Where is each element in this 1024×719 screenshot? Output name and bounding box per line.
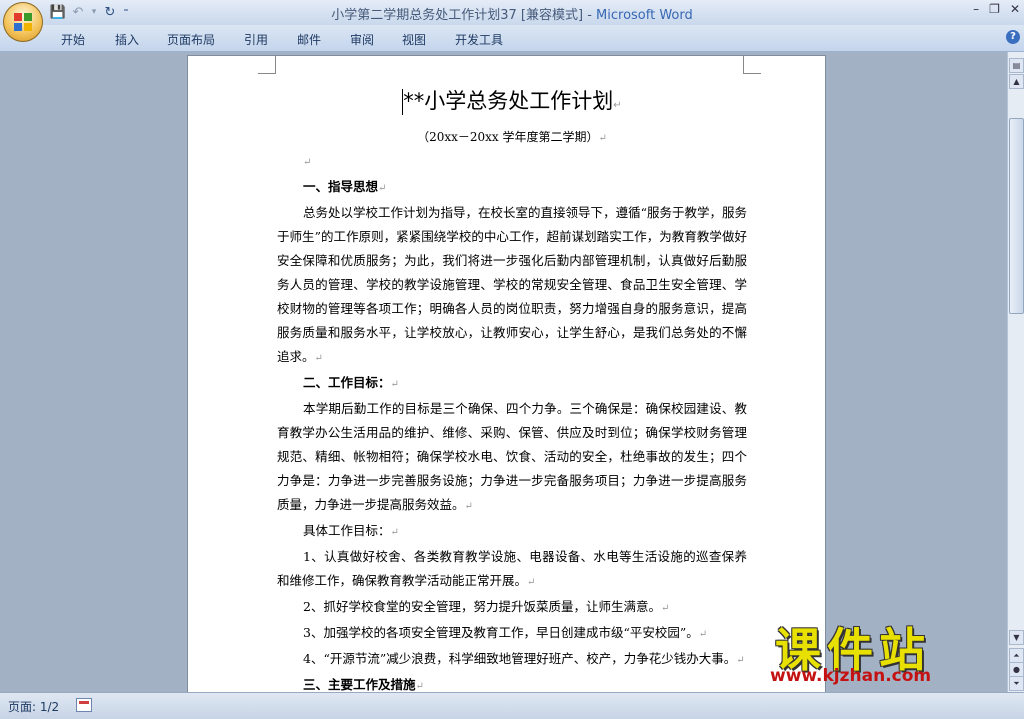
window-controls: – ❐ ✕ (973, 2, 1020, 16)
document-title: **小学总务处工作计划↵ (402, 89, 622, 115)
minimize-button[interactable]: – (973, 2, 979, 16)
paragraph: 3、加强学校的各项安全管理及教育工作，早日创建成市级“平安校园”。↵ (303, 625, 708, 640)
proofing-icon[interactable] (76, 698, 92, 712)
office-logo-icon (14, 13, 32, 31)
page-count[interactable]: 页面: 1/2 (8, 698, 59, 715)
tab-home[interactable]: 开始 (61, 31, 85, 48)
next-page-button[interactable]: ⏷ (1009, 676, 1024, 691)
empty-paragraph: ↵ (303, 157, 312, 168)
crop-mark-top-left (258, 56, 276, 74)
section-heading: 二、工作目标：↵ (303, 375, 399, 390)
tab-review[interactable]: 审阅 (350, 31, 374, 48)
document-body[interactable]: **小学总务处工作计划↵ （20xx－20xx 学年度第二学期）↵ ↵ 一、指导… (277, 84, 747, 692)
document-workspace: **小学总务处工作计划↵ （20xx－20xx 学年度第二学期）↵ ↵ 一、指导… (0, 52, 1007, 692)
office-button[interactable] (3, 2, 43, 42)
document-name: 小学第二学期总务处工作计划37 [兼容模式] - (331, 8, 597, 23)
paragraph-list: 一、指导思想↵ 总务处以学校工作计划为指导，在校长室的直接领导下，遵循“服务于教学… (277, 175, 747, 692)
restore-button[interactable]: ❐ (989, 2, 1000, 16)
paragraph: 总务处以学校工作计划为指导，在校长室的直接领导下，遵循“服务于教学，服务于师生”… (277, 205, 747, 364)
document-subtitle: （20xx－20xx 学年度第二学期）↵ (417, 130, 607, 144)
window-title: 小学第二学期总务处工作计划37 [兼容模式] - Microsoft Word (0, 4, 1024, 23)
scroll-up-button[interactable]: ▲ (1009, 74, 1024, 89)
app-name: Microsoft Word (596, 8, 693, 23)
ruler-toggle-icon[interactable]: ▤ (1009, 58, 1024, 73)
scroll-thumb[interactable] (1009, 118, 1024, 314)
section-heading: 一、指导思想↵ (303, 179, 387, 194)
scroll-down-button[interactable]: ▼ (1009, 630, 1024, 645)
tab-references[interactable]: 引用 (244, 31, 268, 48)
ribbon-tabs: 开始 插入 页面布局 引用 邮件 审阅 视图 开发工具 ? (0, 25, 1024, 52)
vertical-scrollbar[interactable]: ▤ ▲ ▼ ⏶ ● ⏷ (1007, 52, 1024, 692)
tab-page-layout[interactable]: 页面布局 (167, 31, 215, 48)
select-browse-object-button[interactable]: ● (1009, 662, 1024, 677)
crop-mark-top-right (743, 56, 761, 74)
tab-developer[interactable]: 开发工具 (455, 31, 503, 48)
watermark-url: www.kjzhan.com (770, 666, 932, 686)
document-page[interactable]: **小学总务处工作计划↵ （20xx－20xx 学年度第二学期）↵ ↵ 一、指导… (188, 56, 825, 692)
paragraph: 具体工作目标：↵ (303, 523, 399, 538)
tab-insert[interactable]: 插入 (115, 31, 139, 48)
previous-page-button[interactable]: ⏶ (1009, 648, 1024, 663)
tab-mailings[interactable]: 邮件 (297, 31, 321, 48)
paragraph: 2、抓好学校食堂的安全管理，努力提升饭菜质量，让师生满意。↵ (303, 599, 670, 614)
paragraph: 1、认真做好校舍、各类教育教学设施、电器设备、水电等生活设施的巡查保养和维修工作… (277, 549, 747, 588)
paragraph: 4、“开源节流”减少浪费，科学细致地管理好班产、校产，力争花少钱办大事。↵ (303, 651, 745, 666)
watermark: 课件站 www.kjzhan.com (770, 614, 1010, 694)
paragraph: 本学期后勤工作的目标是三个确保、四个力争。三个确保是：确保校园建设、教育教学办公… (277, 401, 747, 512)
status-bar: 页面: 1/2 (0, 692, 1024, 719)
close-button[interactable]: ✕ (1010, 2, 1020, 16)
tab-view[interactable]: 视图 (402, 31, 426, 48)
title-bar: 💾 ↶ ▾ ↻ ⁼ 小学第二学期总务处工作计划37 [兼容模式] - Micro… (0, 0, 1024, 25)
section-heading: 三、主要工作及措施↵ (303, 677, 424, 692)
help-icon[interactable]: ? (1006, 30, 1020, 44)
